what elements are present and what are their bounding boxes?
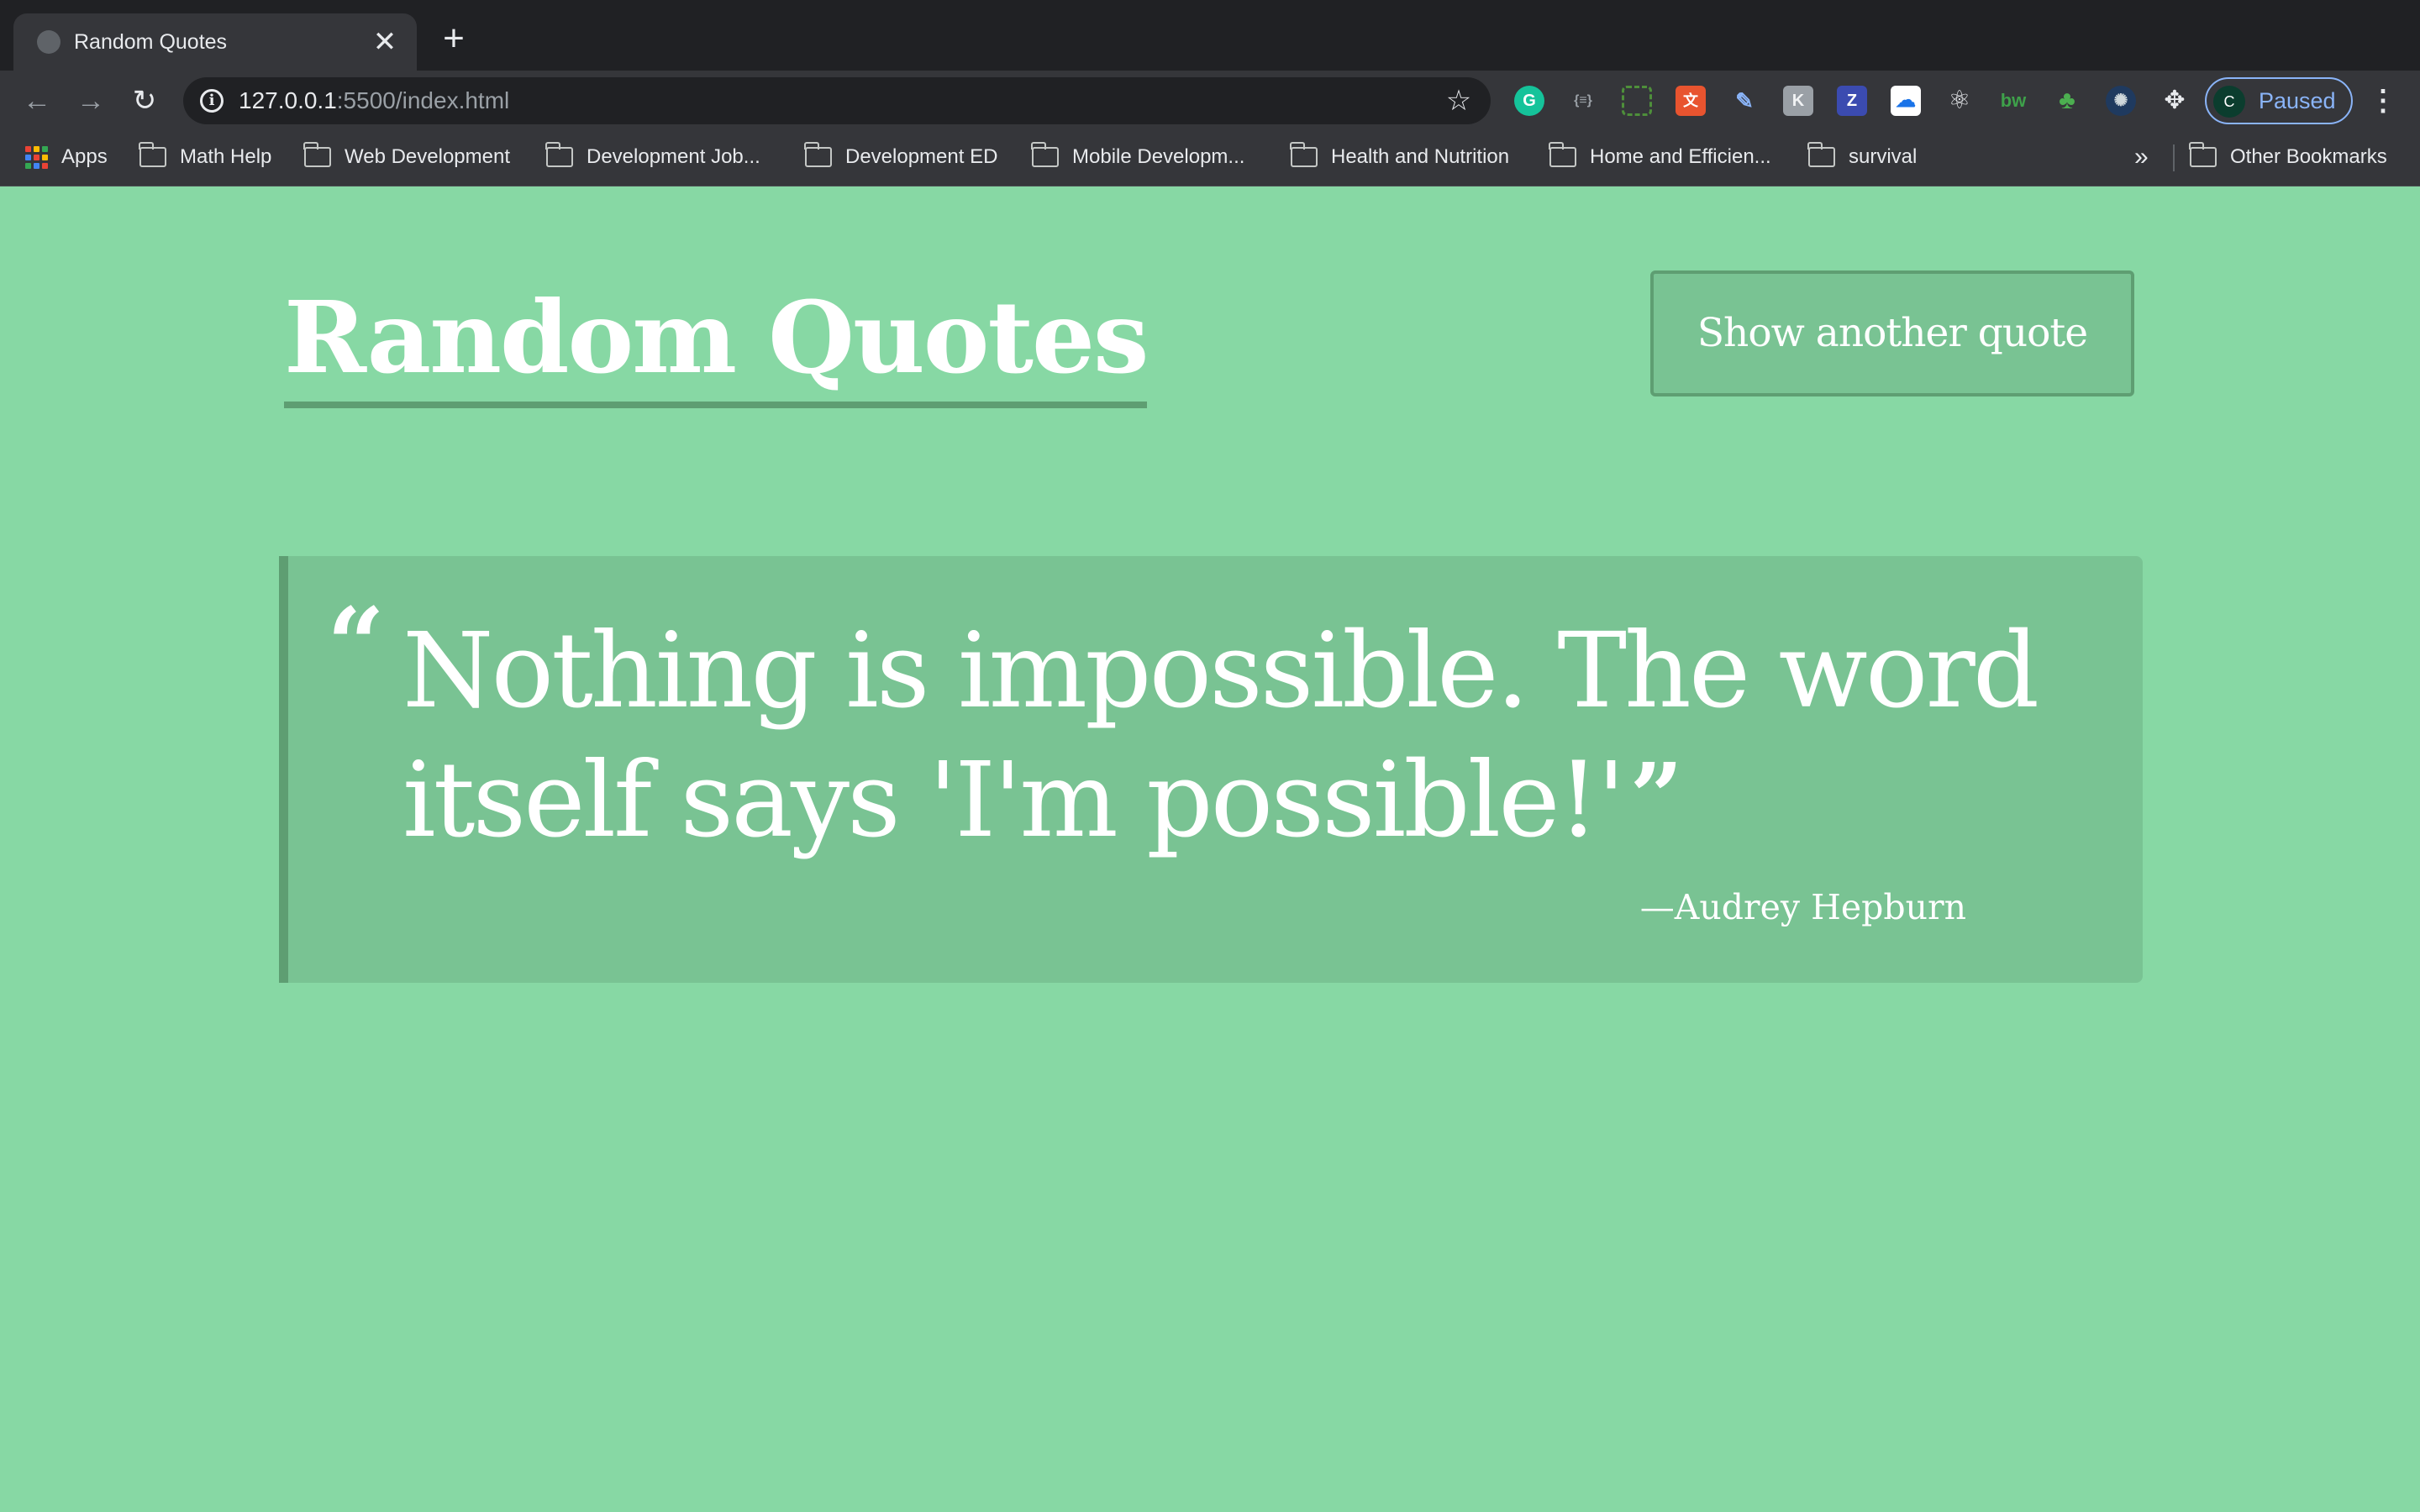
back-icon[interactable]: ←: [17, 81, 57, 121]
bookmark-folder-development-jobs[interactable]: Development Job...: [545, 131, 760, 183]
aperture-icon[interactable]: ✺: [2106, 86, 2136, 116]
bookmark-folder-mobile-development[interactable]: Mobile Developm...: [1031, 131, 1245, 183]
quote-text: Nothing is impossible. The word itself s…: [402, 611, 2039, 861]
quote-body: Nothing is impossible. The word itself s…: [402, 608, 2083, 864]
bookmark-label: Health and Nutrition: [1331, 145, 1510, 168]
apps-grid-icon: [25, 145, 48, 169]
quote-author: —Audrey Hepburn: [1639, 887, 1966, 927]
tab-title: Random Quotes: [74, 30, 228, 54]
bookmark-label: Home and Efficien...: [1590, 145, 1771, 168]
bookmark-folder-health-nutrition[interactable]: Health and Nutrition: [1290, 131, 1510, 183]
bookmark-folder-other[interactable]: Other Bookmarks: [2189, 131, 2387, 183]
tree-icon[interactable]: ♣: [2052, 86, 2082, 116]
globe-icon: [37, 30, 60, 54]
bookmark-label: Development ED: [845, 145, 998, 168]
brackets-icon[interactable]: {≡}: [1568, 86, 1598, 116]
quote-card: “ Nothing is impossible. The word itself…: [279, 556, 2143, 983]
browser-toolbar: ← → ↻ i 127.0.0.1:5500/index.html ☆ G {≡…: [0, 71, 2420, 131]
bookmark-label: survival: [1849, 145, 1918, 168]
bookmark-folder-home-efficiency[interactable]: Home and Efficien...: [1549, 131, 1771, 183]
bookmark-label: Math Help: [180, 145, 272, 168]
bookmarks-divider: [2173, 144, 2175, 171]
bookmark-label: Web Development: [345, 145, 510, 168]
translate-icon[interactable]: 文: [1676, 86, 1706, 116]
folder-icon: [1031, 142, 1059, 167]
bookmark-folder-web-development[interactable]: Web Development: [303, 131, 510, 183]
screenshot-icon[interactable]: [1622, 86, 1652, 116]
bookmark-label: Apps: [61, 145, 108, 168]
address-bar[interactable]: i 127.0.0.1:5500/index.html ☆: [183, 77, 1491, 124]
close-icon[interactable]: ✕: [368, 25, 402, 59]
cloud-icon[interactable]: ☁: [1891, 86, 1921, 116]
tab-strip: Random Quotes ✕ +: [0, 0, 2420, 71]
reload-icon[interactable]: ↻: [124, 81, 165, 121]
folder-icon: [139, 142, 166, 167]
url-text[interactable]: 127.0.0.1:5500/index.html: [239, 77, 509, 124]
folder-icon: [545, 142, 573, 167]
bookmark-apps[interactable]: Apps: [25, 131, 108, 183]
bookmarks-overflow-button[interactable]: »: [2134, 131, 2149, 183]
bookmark-folder-math-help[interactable]: Math Help: [139, 131, 271, 183]
folder-icon: [1290, 142, 1318, 167]
pen-icon[interactable]: ✎: [1729, 86, 1760, 116]
bookmarks-bar: Apps Math Help Web Development Developme…: [0, 131, 2420, 186]
folder-icon: [1807, 142, 1835, 167]
folder-icon: [804, 142, 832, 167]
info-icon[interactable]: i: [200, 89, 224, 113]
kebab-menu-icon[interactable]: ⋮: [2366, 81, 2400, 121]
close-quote-mark: ”: [1629, 743, 1683, 851]
folder-icon: [2189, 142, 2217, 167]
bookmark-folder-survival[interactable]: survival: [1807, 131, 1918, 183]
z-icon[interactable]: Z: [1837, 86, 1867, 116]
profile-button[interactable]: C Paused: [2205, 77, 2353, 124]
bw-icon[interactable]: bw: [1998, 86, 2028, 116]
show-another-quote-button[interactable]: Show another quote: [1650, 270, 2134, 396]
folder-icon: [1549, 142, 1576, 167]
new-tab-button[interactable]: +: [435, 20, 472, 57]
bookmark-folder-development-ed[interactable]: Development ED: [804, 131, 998, 183]
browser-tab[interactable]: Random Quotes ✕: [13, 13, 417, 71]
profile-status: Paused: [2259, 88, 2336, 113]
open-quote-mark: “: [327, 585, 386, 704]
page-title: Random Quotes: [284, 279, 1149, 408]
bookmark-star-icon[interactable]: ☆: [1440, 82, 1477, 119]
folder-icon: [303, 142, 331, 167]
bookmark-label: Mobile Developm...: [1072, 145, 1245, 168]
bookmark-label: Development Job...: [587, 145, 760, 168]
grammarly-icon[interactable]: G: [1514, 86, 1544, 116]
page-viewport: Random Quotes Show another quote “ Nothi…: [0, 186, 2420, 1512]
puzzle-icon[interactable]: ✥: [2160, 86, 2190, 116]
bookmark-label: Other Bookmarks: [2230, 145, 2387, 168]
react-icon[interactable]: ⚛: [1944, 86, 1975, 116]
avatar: C: [2213, 86, 2245, 118]
k-icon[interactable]: K: [1783, 86, 1813, 116]
forward-icon[interactable]: →: [71, 81, 111, 121]
